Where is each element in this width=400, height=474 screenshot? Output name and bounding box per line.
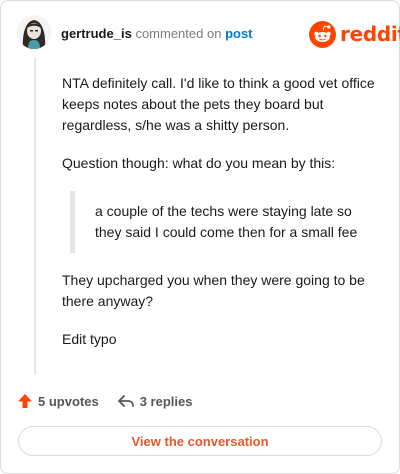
upvote-arrow-icon xyxy=(18,394,32,408)
comment-body: NTA definitely call. I'd like to think a… xyxy=(62,73,382,367)
comment-paragraph: Edit typo xyxy=(62,331,117,347)
comment-paragraph: They upcharged you when they were going … xyxy=(62,272,365,309)
upvotes-button[interactable]: 5 upvotes xyxy=(17,393,99,409)
blockquote: a couple of the techs were staying late … xyxy=(70,191,382,253)
username-link[interactable]: gertrude_is xyxy=(61,26,132,41)
replies-count: 3 replies xyxy=(139,393,193,409)
upvotes-count: 5 upvotes xyxy=(38,393,99,409)
reddit-logo[interactable]: reddit xyxy=(309,20,400,48)
comment-footer: 5 upvotes 3 replies xyxy=(17,389,192,413)
view-conversation-button[interactable]: View the conversation xyxy=(18,426,382,456)
avatar-icon xyxy=(17,15,51,49)
reddit-wordmark: reddit xyxy=(340,22,400,46)
thread-line xyxy=(34,57,36,375)
avatar[interactable] xyxy=(17,15,51,49)
replies-button[interactable]: 3 replies xyxy=(117,393,193,409)
comment-header: gertrude_is commented on post xyxy=(61,26,253,42)
commented-on-text: commented on xyxy=(135,26,222,41)
quote-text: a couple of the techs were staying late … xyxy=(95,203,358,240)
reddit-alien-icon xyxy=(309,20,336,48)
reply-arrow-icon xyxy=(117,395,134,407)
comment-paragraph: Question though: what do you mean by thi… xyxy=(62,155,336,171)
embedded-comment-card: gertrude_is commented on post reddit NTA… xyxy=(0,0,400,474)
post-link[interactable]: post xyxy=(225,26,252,41)
comment-paragraph: NTA definitely call. I'd like to think a… xyxy=(62,75,375,133)
